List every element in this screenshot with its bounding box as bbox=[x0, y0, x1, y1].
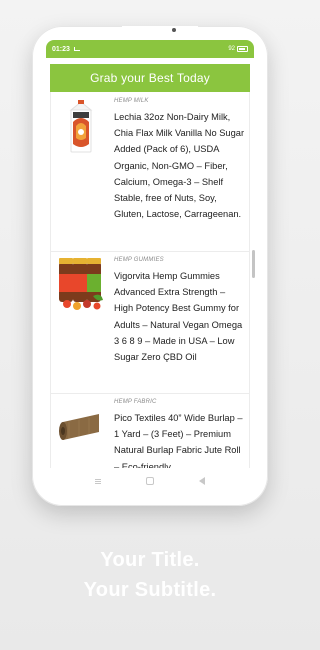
product-title[interactable]: Lechia 32oz Non-Dairy Milk, Chia Flax Mi… bbox=[114, 109, 246, 222]
app-header: Grab your Best Today bbox=[50, 64, 250, 92]
scrollbar[interactable] bbox=[252, 250, 255, 278]
list-item[interactable]: HEMP FABRIC Pico Textiles 40” Wide Burla… bbox=[51, 394, 249, 468]
product-category: HEMP FABRIC bbox=[114, 399, 157, 405]
header-title: Grab your Best Today bbox=[90, 71, 210, 85]
status-time: 01:23 bbox=[52, 45, 70, 53]
battery-level: 92 bbox=[228, 46, 235, 52]
product-title[interactable]: Pico Textiles 40” Wide Burlap – 1 Yard –… bbox=[114, 410, 246, 468]
navigation-bar bbox=[50, 470, 250, 492]
promo-subtitle: Your Subtitle. bbox=[83, 579, 217, 601]
product-list[interactable]: HEMP MILK Lechia 32oz Non-Dairy Milk, Ch… bbox=[50, 92, 250, 468]
home-icon[interactable] bbox=[146, 477, 154, 485]
product-category: HEMP GUMMIES bbox=[114, 257, 164, 263]
menu-icon[interactable] bbox=[95, 478, 101, 484]
battery-indicator: 92 bbox=[228, 46, 248, 52]
signal-icon bbox=[73, 47, 80, 51]
milk-carton-image bbox=[69, 100, 93, 153]
list-item[interactable]: HEMP GUMMIES Vigorvita Hemp Gummies Adva… bbox=[51, 252, 249, 394]
status-bar: 01:23 92 bbox=[46, 40, 254, 58]
list-item[interactable]: HEMP MILK Lechia 32oz Non-Dairy Milk, Ch… bbox=[51, 92, 249, 252]
promo-title: Your Title. bbox=[100, 549, 200, 571]
back-icon[interactable] bbox=[199, 477, 205, 485]
battery-icon bbox=[237, 46, 248, 52]
notch bbox=[122, 26, 198, 40]
camera-icon bbox=[172, 28, 176, 32]
product-category: HEMP MILK bbox=[114, 98, 149, 104]
product-title[interactable]: Vigorvita Hemp Gummies Advanced Extra St… bbox=[114, 268, 246, 365]
gummies-bottles-image bbox=[59, 258, 103, 310]
burlap-roll-image bbox=[59, 414, 99, 440]
